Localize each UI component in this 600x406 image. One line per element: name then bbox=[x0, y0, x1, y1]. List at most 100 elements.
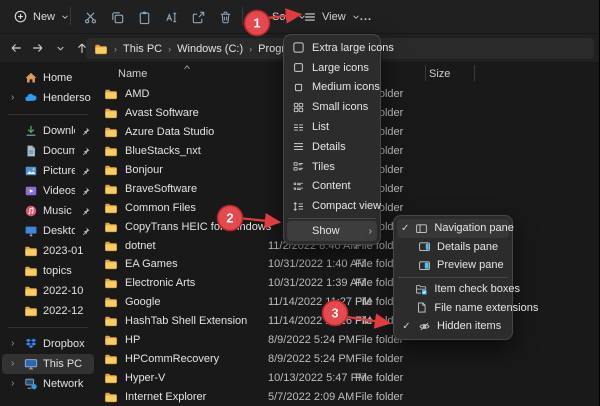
expand-chevron-icon[interactable]: › bbox=[11, 93, 19, 103]
sidebar-item-label: Music bbox=[43, 205, 72, 217]
sidebar-item-desktop[interactable]: › Desktop bbox=[2, 221, 94, 241]
sidebar-item-network[interactable]: › Network bbox=[2, 374, 94, 394]
view-menu-item-content[interactable]: Content bbox=[287, 177, 377, 197]
sidebar-item-documents[interactable]: › Documents bbox=[2, 141, 94, 161]
show-submenu-item-hidden-items[interactable]: ✓ Hidden items bbox=[397, 317, 509, 336]
sidebar-item-2023-01[interactable]: › 2023-01 bbox=[2, 241, 94, 261]
view-menu-item-label: Compact view bbox=[312, 200, 382, 213]
folder-icon bbox=[104, 371, 118, 385]
sidebar-item-pictures[interactable]: › Pictures bbox=[2, 161, 94, 181]
sidebar-item-onedrive[interactable]: › Henderson - Personal bbox=[2, 88, 94, 108]
sidebar-item-dropbox[interactable]: › Dropbox bbox=[2, 334, 94, 354]
sidebar-item-icon bbox=[24, 164, 38, 178]
folder-icon bbox=[24, 264, 38, 278]
view-menu-item-label: Extra large icons bbox=[312, 41, 394, 54]
copy-button[interactable] bbox=[104, 4, 130, 30]
file-row[interactable]: Internet Explorer 5/7/2022 2:09 AM File … bbox=[96, 387, 599, 406]
view-menu-item-extra-large-icons[interactable]: Extra large icons bbox=[287, 38, 394, 58]
view-menu-item-tiles[interactable]: Tiles bbox=[287, 157, 377, 177]
sidebar-item-videos[interactable]: › Videos bbox=[2, 181, 94, 201]
cut-icon bbox=[83, 10, 98, 25]
expand-chevron-icon[interactable]: › bbox=[11, 339, 19, 349]
folder-icon bbox=[104, 314, 118, 328]
delete-button[interactable] bbox=[212, 4, 238, 30]
file-row[interactable]: HPCommRecovery 8/9/2022 5:24 PM File fol… bbox=[96, 349, 599, 368]
view-dropdown-menu: Extra large icons Large icons Medium ico… bbox=[283, 34, 394, 246]
view-menu-item-large-icons[interactable]: Large icons bbox=[287, 58, 377, 78]
show-submenu-item-icon bbox=[418, 259, 431, 272]
file-name: Bonjour bbox=[125, 164, 163, 176]
view-menu-item-icon bbox=[292, 101, 305, 114]
view-menu-item-list[interactable]: List bbox=[287, 117, 377, 137]
file-name: HashTab Shell Extension bbox=[125, 315, 248, 328]
forward-button[interactable] bbox=[27, 37, 49, 59]
show-submenu-item-icon bbox=[418, 320, 431, 333]
show-submenu-item-item-check-boxes[interactable]: ✓ Item check boxes bbox=[397, 280, 520, 299]
file-row[interactable]: HashTab Shell Extension 11/14/2022 11:26… bbox=[96, 312, 599, 331]
paste-button[interactable] bbox=[131, 4, 157, 30]
view-menu-item-medium-icons[interactable]: Medium icons bbox=[287, 78, 380, 98]
folder-icon bbox=[104, 144, 118, 158]
sidebar-divider bbox=[8, 114, 88, 115]
view-lines-icon bbox=[303, 10, 317, 24]
new-button[interactable]: New bbox=[6, 4, 77, 30]
file-row[interactable]: Electronic Arts 10/31/2022 1:39 AM File … bbox=[96, 274, 599, 293]
rename-button[interactable] bbox=[158, 4, 184, 30]
sidebar-item-topics[interactable]: › topics bbox=[2, 261, 94, 281]
file-row[interactable]: EA Games 10/31/2022 1:40 AM File folder bbox=[96, 255, 599, 274]
column-divider[interactable] bbox=[425, 65, 426, 81]
column-divider[interactable] bbox=[474, 65, 475, 81]
sidebar-item-downloads[interactable]: › Downloads bbox=[2, 121, 94, 141]
sort-ascending-chevron-icon bbox=[184, 64, 190, 70]
pin-icon bbox=[80, 146, 91, 157]
folder-icon bbox=[104, 182, 118, 196]
command-bar: New Sort View ... bbox=[0, 0, 599, 34]
file-row[interactable]: Hyper-V 10/13/2022 5:47 PM File folder bbox=[96, 368, 599, 387]
sidebar-item-2022-10[interactable]: › 2022-10 bbox=[2, 281, 94, 301]
breadcrumb-windows-c[interactable]: Windows (C:) bbox=[177, 43, 243, 55]
file-row[interactable]: HP 8/9/2022 5:24 PM File folder bbox=[96, 331, 599, 350]
view-menu-item-small-icons[interactable]: Small icons bbox=[287, 97, 377, 117]
cut-button[interactable] bbox=[77, 4, 103, 30]
back-button[interactable] bbox=[5, 37, 27, 59]
plus-circle-icon bbox=[13, 9, 28, 24]
toolbar-divider bbox=[70, 7, 71, 25]
show-submenu-item-navigation-pane[interactable]: ✓ Navigation pane bbox=[397, 219, 514, 238]
view-menu-item-show[interactable]: Show › bbox=[287, 221, 377, 242]
view-menu-item-compact-view[interactable]: Compact view bbox=[287, 196, 381, 216]
sidebar-item-2022-12[interactable]: › 2022-12 bbox=[2, 301, 94, 321]
view-menu-item-icon bbox=[292, 41, 305, 54]
show-submenu-item-preview-pane[interactable]: ✓ Preview pane bbox=[397, 256, 509, 275]
folder-icon bbox=[104, 220, 118, 234]
file-date-modified: 10/13/2022 5:47 PM bbox=[268, 371, 368, 384]
column-header-name[interactable]: Name bbox=[118, 68, 147, 80]
paste-icon bbox=[137, 10, 152, 25]
sidebar-item-icon bbox=[24, 204, 38, 218]
breadcrumb-this-pc[interactable]: This PC bbox=[123, 43, 162, 55]
share-button[interactable] bbox=[185, 4, 211, 30]
navigation-pane: › Home › Henderson - Personal › Download… bbox=[0, 62, 96, 406]
more-options-button[interactable]: ... bbox=[352, 4, 380, 30]
view-menu-item-icon bbox=[292, 140, 305, 153]
show-submenu-item-details-pane[interactable]: ✓ Details pane bbox=[397, 238, 509, 257]
sidebar-item-icon bbox=[24, 124, 38, 138]
show-submenu-item-label: Item check boxes bbox=[434, 283, 520, 296]
expand-chevron-icon[interactable]: › bbox=[11, 379, 19, 389]
view-menu-item-details[interactable]: Details bbox=[287, 137, 377, 157]
view-button-label: View bbox=[322, 10, 346, 23]
expand-chevron-icon[interactable]: › bbox=[11, 359, 19, 369]
back-arrow-icon bbox=[9, 41, 23, 55]
file-date-modified: 8/9/2022 5:24 PM bbox=[268, 352, 355, 365]
delete-icon bbox=[218, 10, 233, 25]
folder-icon bbox=[104, 295, 118, 309]
sidebar-item-this-pc[interactable]: › This PC bbox=[2, 354, 94, 374]
recent-locations-button[interactable] bbox=[49, 37, 71, 59]
sidebar-item-home[interactable]: › Home bbox=[2, 68, 94, 88]
column-header-size[interactable]: Size bbox=[429, 68, 450, 80]
file-date-modified: 10/31/2022 1:39 AM bbox=[268, 277, 367, 290]
folder-icon bbox=[104, 276, 118, 290]
show-submenu-item-file-name-extensions[interactable]: ✓ File name extensions bbox=[397, 298, 538, 317]
show-submenu-item-label: Navigation pane bbox=[434, 222, 514, 235]
sidebar-item-music[interactable]: › Music bbox=[2, 201, 94, 221]
sidebar-item-label: Henderson - Personal bbox=[43, 92, 91, 104]
